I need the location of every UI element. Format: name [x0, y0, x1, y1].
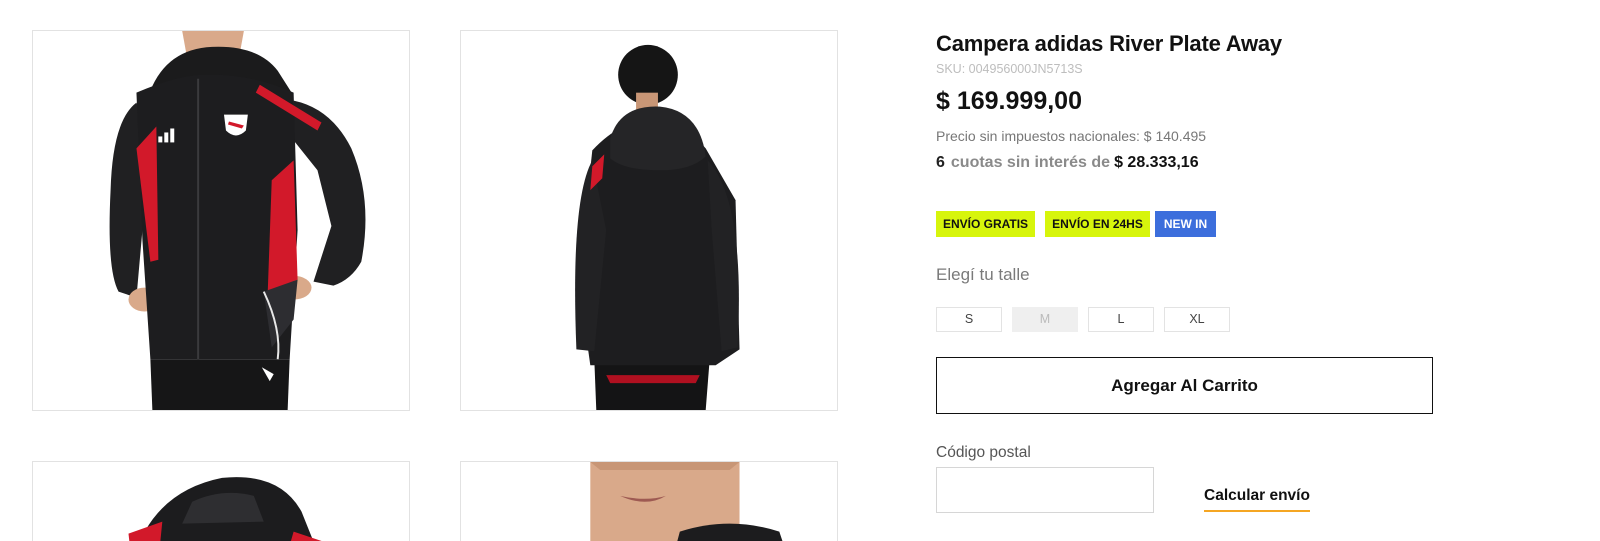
jacket-hood-image — [128, 477, 322, 541]
gallery-image-collar[interactable] — [460, 461, 838, 541]
installments-text: cuotas sin interés de — [950, 154, 1111, 171]
badge-free-shipping: ENVÍO GRATIS — [936, 211, 1035, 237]
gallery-image-back[interactable] — [460, 30, 838, 411]
product-title: Campera adidas River Plate Away — [936, 31, 1282, 56]
postal-code-label: Código postal — [936, 444, 1031, 461]
postal-code-input[interactable] — [936, 467, 1154, 513]
badge-24h-shipping: ENVÍO EN 24HS — [1045, 211, 1150, 237]
jacket-front-image — [109, 31, 366, 410]
jacket-back-image — [575, 44, 740, 410]
calculate-shipping-link[interactable]: Calcular envío — [1204, 487, 1310, 512]
gallery-image-hood[interactable] — [32, 461, 410, 541]
gallery-image-front[interactable] — [32, 30, 410, 411]
size-option-xl[interactable]: XL — [1164, 307, 1230, 332]
product-page: Campera adidas River Plate Away SKU: 004… — [0, 0, 1600, 541]
add-to-cart-button[interactable]: Agregar Al Carrito — [936, 357, 1433, 414]
installments: 6 cuotas sin interés de $ 28.333,16 — [936, 154, 1199, 172]
size-option-m[interactable]: M — [1012, 307, 1078, 332]
installments-amount: $ 28.333,16 — [1114, 154, 1199, 171]
installments-count: 6 — [936, 154, 945, 171]
product-price: $ 169.999,00 — [936, 87, 1082, 115]
product-sku: SKU: 004956000JN5713S — [936, 62, 1083, 76]
size-selector-label: Elegí tu talle — [936, 265, 1030, 284]
badge-new-in: NEW IN — [1155, 211, 1216, 237]
jacket-collar-image — [590, 462, 783, 541]
size-option-s[interactable]: S — [936, 307, 1002, 332]
net-price: Precio sin impuestos nacionales: $ 140.4… — [936, 128, 1207, 144]
size-option-l[interactable]: L — [1088, 307, 1154, 332]
